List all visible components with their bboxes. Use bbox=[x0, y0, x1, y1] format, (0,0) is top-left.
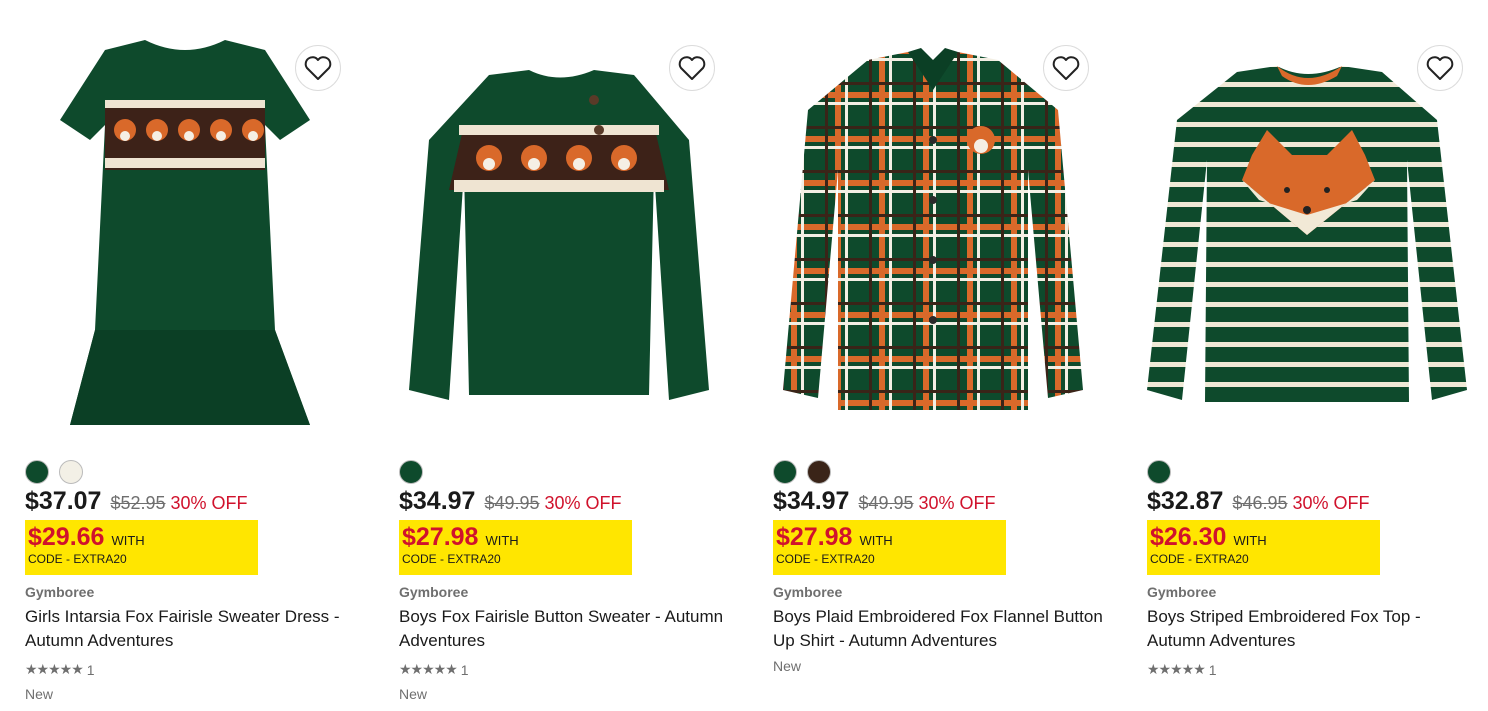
discount-label: 30% OFF bbox=[544, 493, 622, 513]
star-rating-icon: ★★★★★ bbox=[1147, 661, 1206, 677]
product-title[interactable]: Boys Striped Embroidered Fox Top - Autum… bbox=[1147, 605, 1477, 653]
promo-code: CODE - EXTRA20 bbox=[28, 552, 127, 566]
heart-icon bbox=[678, 56, 706, 80]
favorite-button[interactable] bbox=[1417, 45, 1463, 91]
rating[interactable]: ★★★★★ 1 bbox=[399, 661, 469, 678]
discount-label: 30% OFF bbox=[918, 493, 996, 513]
plaid-shirt-image bbox=[783, 48, 1083, 410]
swatch-green[interactable] bbox=[25, 460, 49, 484]
sale-price: $34.97 bbox=[773, 487, 850, 515]
brand-name: Gymboree bbox=[399, 584, 469, 600]
price-row: $32.87 $46.95 30% OFF bbox=[1147, 487, 1370, 516]
new-badge: New bbox=[399, 686, 428, 702]
product-title[interactable]: Boys Fox Fairisle Button Sweater - Autum… bbox=[399, 605, 729, 653]
product-grid: $37.07 $52.95 30% OFF $29.66 WITH CODE -… bbox=[0, 0, 1488, 711]
product-title[interactable]: Boys Plaid Embroidered Fox Flannel Butto… bbox=[773, 605, 1103, 653]
promo-price: $29.66 bbox=[28, 523, 105, 551]
swatch-green[interactable] bbox=[1147, 460, 1171, 484]
striped-top-image bbox=[1147, 66, 1467, 402]
promo-with-label: WITH bbox=[859, 533, 893, 548]
discount-label: 30% OFF bbox=[170, 493, 248, 513]
new-badge: New bbox=[773, 658, 802, 674]
sale-price: $32.87 bbox=[1147, 487, 1224, 515]
promo-with-label: WITH bbox=[485, 533, 519, 548]
color-swatches bbox=[1147, 460, 1171, 484]
swatch-green[interactable] bbox=[773, 460, 797, 484]
promo-box: $27.98 WITH CODE - EXTRA20 bbox=[773, 520, 1006, 575]
swatch-cream[interactable] bbox=[59, 460, 83, 484]
product-card: $37.07 $52.95 30% OFF $29.66 WITH CODE -… bbox=[25, 0, 370, 711]
rating-count: 1 bbox=[1208, 661, 1217, 678]
heart-icon bbox=[1052, 56, 1080, 80]
promo-with-label: WITH bbox=[1233, 533, 1267, 548]
favorite-button[interactable] bbox=[669, 45, 715, 91]
product-image-plaid-shirt[interactable] bbox=[773, 30, 1093, 440]
product-card: $34.97 $49.95 30% OFF $27.98 WITH CODE -… bbox=[399, 0, 744, 711]
promo-box: $27.98 WITH CODE - EXTRA20 bbox=[399, 520, 632, 575]
original-price: $52.95 bbox=[110, 493, 166, 513]
color-swatches bbox=[773, 460, 831, 484]
new-badge: New bbox=[25, 686, 54, 702]
color-swatches bbox=[25, 460, 83, 484]
color-swatches bbox=[399, 460, 423, 484]
promo-price: $26.30 bbox=[1150, 523, 1227, 551]
price-row: $37.07 $52.95 30% OFF bbox=[25, 487, 248, 516]
promo-code: CODE - EXTRA20 bbox=[402, 552, 501, 566]
heart-icon bbox=[1426, 56, 1454, 80]
promo-code: CODE - EXTRA20 bbox=[1150, 552, 1249, 566]
original-price: $49.95 bbox=[858, 493, 914, 513]
product-card: $34.97 $49.95 30% OFF $27.98 WITH CODE -… bbox=[773, 0, 1118, 711]
price-row: $34.97 $49.95 30% OFF bbox=[773, 487, 996, 516]
price-row: $34.97 $49.95 30% OFF bbox=[399, 487, 622, 516]
product-image-striped-top[interactable] bbox=[1147, 30, 1467, 440]
original-price: $49.95 bbox=[484, 493, 540, 513]
heart-icon bbox=[304, 56, 332, 80]
promo-price: $27.98 bbox=[402, 523, 479, 551]
star-rating-icon: ★★★★★ bbox=[25, 661, 84, 677]
rating-count: 1 bbox=[86, 661, 95, 678]
discount-label: 30% OFF bbox=[1292, 493, 1370, 513]
product-card: $32.87 $46.95 30% OFF $26.30 WITH CODE -… bbox=[1147, 0, 1488, 711]
original-price: $46.95 bbox=[1232, 493, 1288, 513]
promo-box: $26.30 WITH CODE - EXTRA20 bbox=[1147, 520, 1380, 575]
sale-price: $34.97 bbox=[399, 487, 476, 515]
product-image-sweater[interactable] bbox=[399, 30, 719, 440]
swatch-green[interactable] bbox=[399, 460, 423, 484]
sale-price: $37.07 bbox=[25, 487, 102, 515]
rating[interactable]: ★★★★★ 1 bbox=[25, 661, 95, 678]
brand-name: Gymboree bbox=[773, 584, 843, 600]
favorite-button[interactable] bbox=[295, 45, 341, 91]
rating[interactable]: ★★★★★ 1 bbox=[1147, 661, 1217, 678]
favorite-button[interactable] bbox=[1043, 45, 1089, 91]
promo-with-label: WITH bbox=[111, 533, 145, 548]
star-rating-icon: ★★★★★ bbox=[399, 661, 458, 677]
promo-box: $29.66 WITH CODE - EXTRA20 bbox=[25, 520, 258, 575]
product-title[interactable]: Girls Intarsia Fox Fairisle Sweater Dres… bbox=[25, 605, 355, 653]
promo-code: CODE - EXTRA20 bbox=[776, 552, 875, 566]
swatch-brown[interactable] bbox=[807, 460, 831, 484]
sweater-dress-image bbox=[60, 40, 310, 425]
sweater-image bbox=[409, 70, 709, 400]
brand-name: Gymboree bbox=[1147, 584, 1217, 600]
brand-name: Gymboree bbox=[25, 584, 95, 600]
promo-price: $27.98 bbox=[776, 523, 853, 551]
product-image-dress[interactable] bbox=[25, 30, 345, 440]
rating-count: 1 bbox=[460, 661, 469, 678]
